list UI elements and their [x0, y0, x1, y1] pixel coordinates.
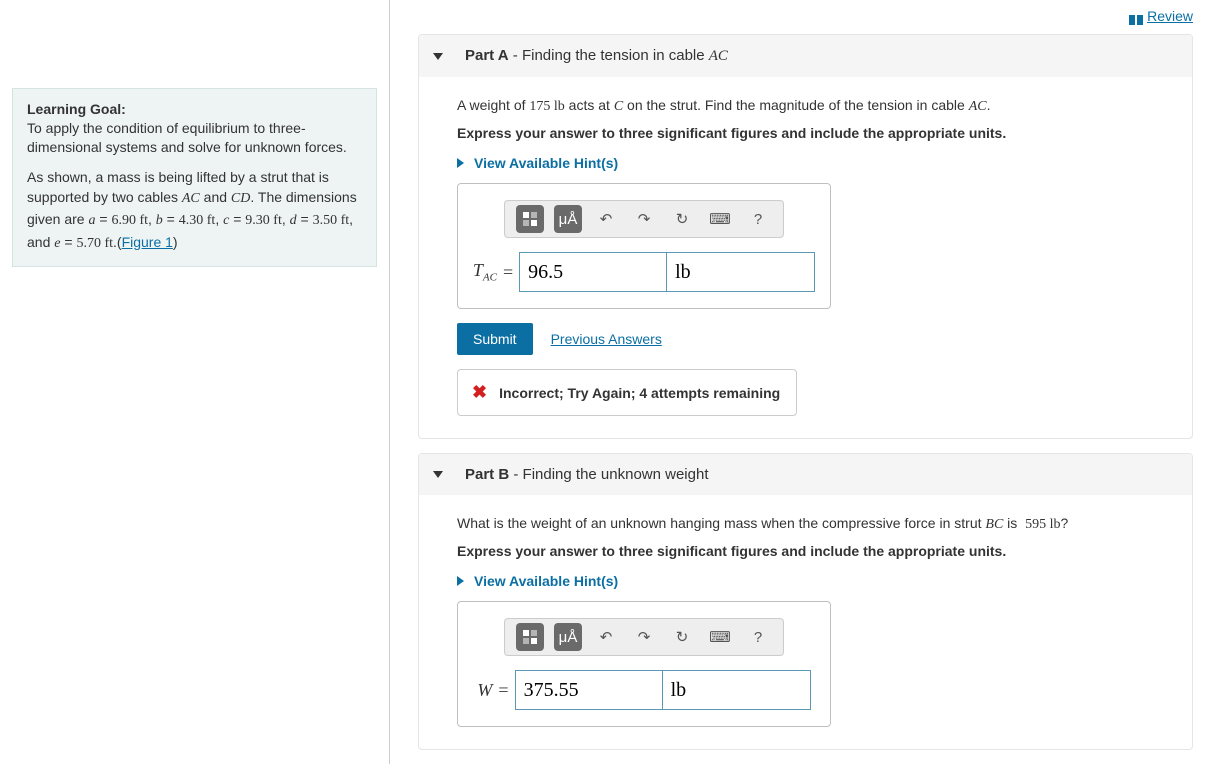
undo-button[interactable]: ↶	[592, 623, 620, 651]
part-a-answer-widget: μÅ ↶ ↷ ↻ ⌨ ? TAC =	[457, 183, 831, 309]
keyboard-button[interactable]: ⌨	[706, 623, 734, 651]
cable-ac: AC	[182, 191, 200, 206]
part-a-box: Part A - Finding the tension in cable AC…	[418, 34, 1193, 439]
part-b-answer-widget: μÅ ↶ ↷ ↻ ⌨ ? W =	[457, 601, 831, 727]
part-b-express: Express your answer to three significant…	[457, 543, 1154, 559]
triangle-right-icon	[457, 158, 464, 168]
part-a-feedback: ✖ Incorrect; Try Again; 4 attempts remai…	[457, 369, 797, 416]
var-d: d	[290, 213, 297, 228]
pa-pre: A weight of	[457, 97, 529, 113]
part-a-toolbar: μÅ ↶ ↷ ↻ ⌨ ?	[504, 200, 784, 238]
previous-answers-link[interactable]: Previous Answers	[551, 331, 662, 347]
goal-and: and	[200, 189, 231, 205]
review-link[interactable]: Review	[1147, 8, 1193, 24]
pa-mid: acts at	[565, 97, 614, 113]
help-button[interactable]: ?	[744, 623, 772, 651]
hints-label-b: View Available Hint(s)	[474, 573, 618, 589]
part-b-hints-toggle[interactable]: View Available Hint(s)	[457, 573, 1154, 589]
part-a-title-var: AC	[709, 48, 728, 64]
dash-b: -	[509, 466, 522, 483]
book-icon	[1129, 12, 1143, 22]
pb-post: ?	[1060, 515, 1068, 531]
pa-cable: AC	[969, 99, 987, 114]
redo-button[interactable]: ↷	[630, 623, 658, 651]
chevron-down-icon	[433, 53, 443, 60]
part-a-value-input[interactable]	[519, 252, 667, 292]
pa-var-main: T	[473, 260, 483, 280]
feedback-text: Incorrect; Try Again; 4 attempts remaini…	[499, 385, 780, 401]
left-sidebar: Learning Goal: To apply the condition of…	[0, 0, 390, 764]
part-a-body: A weight of 175 lb acts at C on the stru…	[419, 77, 1192, 438]
figure-link[interactable]: Figure 1	[122, 234, 173, 250]
review-bar: Review	[418, 8, 1193, 34]
var-c: c	[223, 213, 229, 228]
val-e: 5.70 ft	[76, 236, 113, 251]
equals-sign: =	[503, 262, 513, 283]
symbols-button[interactable]: μÅ	[554, 623, 582, 651]
templates-button[interactable]	[516, 205, 544, 233]
part-a-answer-row: TAC =	[472, 252, 816, 292]
learning-goal-box: Learning Goal: To apply the condition of…	[12, 88, 377, 267]
var-e: e	[54, 236, 60, 251]
learning-goal-dimensions: As shown, a mass is being lifted by a st…	[27, 167, 362, 254]
hints-label: View Available Hint(s)	[474, 155, 618, 171]
pa-var-sub: AC	[483, 272, 497, 284]
part-b-var: W	[477, 680, 492, 701]
part-a-label: Part A	[465, 47, 509, 64]
pa-post: on the strut. Find the magnitude of the …	[623, 97, 969, 113]
undo-button[interactable]: ↶	[592, 205, 620, 233]
part-a-title: Part A - Finding the tension in cable AC	[465, 47, 728, 65]
part-a-title-text: Finding the tension in cable	[522, 47, 709, 64]
part-a-submit-row: Submit Previous Answers	[457, 323, 1154, 355]
incorrect-icon: ✖	[472, 382, 487, 403]
keyboard-button[interactable]: ⌨	[706, 205, 734, 233]
submit-button[interactable]: Submit	[457, 323, 533, 355]
part-b-unit-input[interactable]	[663, 670, 811, 710]
part-b-prompt: What is the weight of an unknown hanging…	[457, 513, 1154, 535]
templates-button[interactable]	[516, 623, 544, 651]
val-d: 3.50 ft	[313, 213, 350, 228]
pa-weight: 175 lb	[529, 99, 564, 114]
part-a-var: TAC	[473, 260, 497, 284]
learning-goal-text: To apply the condition of equilibrium to…	[27, 119, 362, 157]
part-a-header[interactable]: Part A - Finding the tension in cable AC	[419, 35, 1192, 77]
part-a-unit-input[interactable]	[667, 252, 815, 292]
pb-pre: What is the weight of an unknown hanging…	[457, 515, 985, 531]
pb-strut: BC	[985, 517, 1003, 532]
help-button[interactable]: ?	[744, 205, 772, 233]
cable-cd: CD	[231, 191, 250, 206]
val-a: 6.90 ft	[111, 213, 148, 228]
pa-point: C	[614, 99, 623, 114]
reset-button[interactable]: ↻	[668, 623, 696, 651]
part-b-box: Part B - Finding the unknown weight What…	[418, 453, 1193, 750]
part-a-hints-toggle[interactable]: View Available Hint(s)	[457, 155, 1154, 171]
symbols-button[interactable]: μÅ	[554, 205, 582, 233]
dash: -	[509, 47, 522, 64]
equals-sign: =	[498, 680, 508, 701]
part-b-label: Part B	[465, 466, 509, 483]
pb-force: 595 lb	[1025, 517, 1060, 532]
pb-mid: is	[1003, 515, 1021, 531]
part-a-prompt: A weight of 175 lb acts at C on the stru…	[457, 95, 1154, 117]
part-a-express: Express your answer to three significant…	[457, 125, 1154, 141]
var-a: a	[88, 213, 95, 228]
val-b: 4.30 ft	[179, 213, 216, 228]
triangle-right-icon	[457, 576, 464, 586]
reset-button[interactable]: ↻	[668, 205, 696, 233]
val-c: 9.30 ft	[245, 213, 282, 228]
var-b: b	[156, 213, 163, 228]
part-b-toolbar: μÅ ↶ ↷ ↻ ⌨ ?	[504, 618, 784, 656]
main-content: Review Part A - Finding the tension in c…	[390, 0, 1221, 764]
part-b-header[interactable]: Part B - Finding the unknown weight	[419, 454, 1192, 495]
chevron-down-icon	[433, 471, 443, 478]
part-b-answer-row: W =	[472, 670, 816, 710]
redo-button[interactable]: ↷	[630, 205, 658, 233]
part-b-value-input[interactable]	[515, 670, 663, 710]
part-b-title-text: Finding the unknown weight	[523, 466, 709, 483]
part-b-title: Part B - Finding the unknown weight	[465, 466, 709, 483]
learning-goal-title: Learning Goal:	[27, 101, 362, 117]
